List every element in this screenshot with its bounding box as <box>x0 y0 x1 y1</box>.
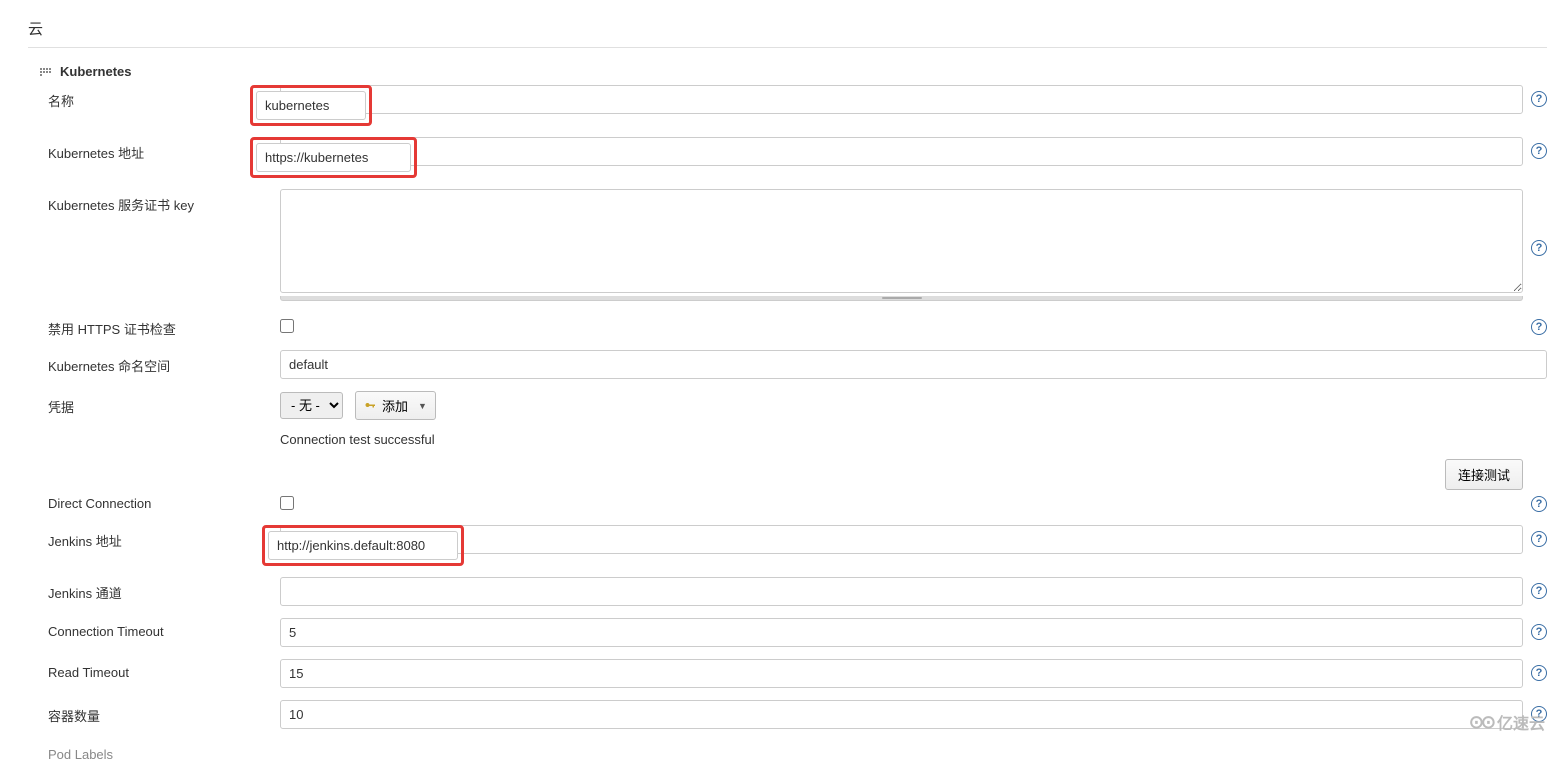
label-container-cap: 容器数量 <box>40 700 280 725</box>
label-pod-labels: Pod Labels <box>40 741 280 762</box>
help-icon[interactable]: ? <box>1531 240 1547 256</box>
help-icon[interactable]: ? <box>1531 143 1547 159</box>
watermark-icon: ⊙⊙ <box>1469 712 1493 733</box>
k8s-url-input-full[interactable] <box>280 137 1523 166</box>
container-cap-input[interactable] <box>280 700 1523 729</box>
label-conn-timeout: Connection Timeout <box>40 618 280 639</box>
help-icon[interactable]: ? <box>1531 496 1547 512</box>
help-icon[interactable]: ? <box>1531 624 1547 640</box>
direct-connection-checkbox[interactable] <box>280 496 294 510</box>
name-input[interactable] <box>256 91 366 120</box>
resize-bar[interactable] <box>280 296 1523 301</box>
section-title: 云 <box>28 18 1547 48</box>
cloud-header: Kubernetes <box>40 64 1547 79</box>
read-timeout-input[interactable] <box>280 659 1523 688</box>
label-credentials: 凭据 <box>40 391 280 416</box>
disable-https-checkbox[interactable] <box>280 319 294 333</box>
watermark: ⊙⊙ 亿速云 <box>1469 710 1545 734</box>
test-connection-button[interactable]: 连接测试 <box>1445 459 1523 490</box>
cloud-title: Kubernetes <box>60 64 132 79</box>
label-cert-key: Kubernetes 服务证书 key <box>40 189 280 214</box>
label-jenkins-tunnel: Jenkins 通道 <box>40 577 280 602</box>
label-namespace: Kubernetes 命名空间 <box>40 350 280 375</box>
add-credentials-button[interactable]: 添加 ▼ <box>355 391 436 420</box>
jenkins-tunnel-input[interactable] <box>280 577 1523 606</box>
label-name: 名称 <box>40 85 280 110</box>
jenkins-url-input-full[interactable] <box>280 525 1523 554</box>
help-icon[interactable]: ? <box>1531 319 1547 335</box>
name-input-full[interactable] <box>280 85 1523 114</box>
k8s-url-input[interactable] <box>256 143 411 172</box>
help-icon[interactable]: ? <box>1531 583 1547 599</box>
key-icon <box>364 400 376 412</box>
credentials-select[interactable]: - 无 - <box>280 392 343 419</box>
add-label: 添加 <box>382 396 408 415</box>
connection-status: Connection test successful <box>280 432 1547 447</box>
namespace-input[interactable] <box>280 350 1547 379</box>
cert-key-textarea[interactable] <box>280 189 1523 293</box>
label-direct-conn: Direct Connection <box>40 490 280 511</box>
help-icon[interactable]: ? <box>1531 531 1547 547</box>
chevron-down-icon: ▼ <box>418 401 427 411</box>
label-k8s-url: Kubernetes 地址 <box>40 137 280 162</box>
connection-timeout-input[interactable] <box>280 618 1523 647</box>
label-disable-https: 禁用 HTTPS 证书检查 <box>40 313 280 338</box>
help-icon[interactable]: ? <box>1531 91 1547 107</box>
drag-handle-icon[interactable] <box>40 66 52 78</box>
label-read-timeout: Read Timeout <box>40 659 280 680</box>
jenkins-url-input[interactable] <box>268 531 458 560</box>
label-jenkins-url: Jenkins 地址 <box>40 525 280 550</box>
help-icon[interactable]: ? <box>1531 665 1547 681</box>
